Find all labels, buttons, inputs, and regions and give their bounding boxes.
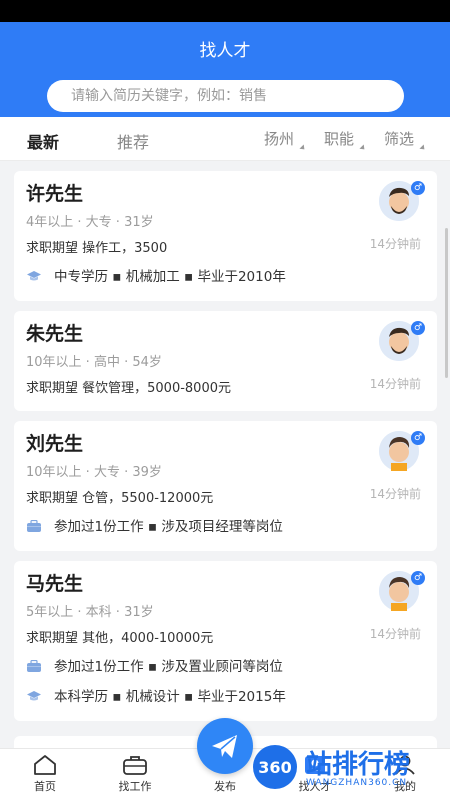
triangle-icon [359,144,367,152]
male-icon: ♂ [411,571,425,585]
job-expectation: 求职期望 其他，4000-10000元 [26,631,214,646]
header: 找人才 请输入简历关键字，例如：销售 [0,22,450,117]
tab-home-label: 首页 [34,780,56,793]
male-icon: ♂ [411,181,425,195]
filter-city-label: 扬州 [264,130,295,148]
briefcase-icon [123,756,147,775]
job-expectation: 求职期望 操作工，3500 [26,241,168,256]
search-input[interactable]: 请输入简历关键字，例如：销售 [47,80,404,112]
job-expectation: 求职期望 餐饮管理，5000-8000元 [26,381,231,396]
candidate-detail-text: 参加过1份工作 ▪ 涉及置业顾问等岗位 [54,659,283,675]
watermark: 360 站排行榜 WANGZHAN360.CN [250,742,450,792]
education-cap-icon [27,271,41,281]
scrollbar[interactable] [445,228,448,378]
candidate-detail: 参加过1份工作 ▪ 涉及置业顾问等岗位 [26,655,283,675]
page-title: 找人才 [199,41,251,61]
candidate-detail: 本科学历 ▪ 机械设计 ▪ 毕业于2015年 [26,685,286,705]
post-time: 14分钟前 [369,487,421,501]
job-expectation: 求职期望 仓管，5500-12000元 [26,491,214,506]
candidate-detail-text: 中专学历 ▪ 机械加工 ▪ 毕业于2010年 [54,269,286,285]
watermark-badge: 360 [258,758,291,777]
tab-find-job-label: 找工作 [118,780,152,793]
tab-recommended[interactable]: 推荐 [117,129,149,153]
resume-list: 许先生 4年以上 · 大专 · 31岁 求职期望 操作工，3500 中专学历 ▪… [0,161,450,748]
filter-city[interactable]: 扬州 [264,128,307,152]
watermark-logo: 360 [253,745,297,789]
briefcase-icon [27,520,41,532]
watermark-text: 站排行榜 [306,750,411,780]
triangle-icon [419,144,427,152]
post-time: 14分钟前 [369,627,421,641]
filter-function[interactable]: 职能 [324,128,367,152]
male-icon: ♂ [411,431,425,445]
avatar: ♂ [379,431,425,471]
resume-card[interactable]: 朱先生 10年以上 · 高中 · 54岁 求职期望 餐饮管理，5000-8000… [14,311,437,411]
avatar: ♂ [379,321,425,361]
publish-button[interactable] [197,718,253,774]
filter-more[interactable]: 筛选 [384,128,427,152]
resume-card[interactable]: 刘先生 10年以上 · 大专 · 39岁 求职期望 仓管，5500-12000元… [14,421,437,551]
briefcase-icon [27,660,41,672]
candidate-name: 刘先生 [26,433,84,455]
paper-plane-icon [212,735,237,758]
candidate-meta: 10年以上 · 高中 · 54岁 [26,355,162,370]
avatar: ♂ [379,181,425,221]
candidate-meta: 4年以上 · 大专 · 31岁 [26,215,154,230]
candidate-meta: 10年以上 · 大专 · 39岁 [26,465,162,480]
tab-home[interactable]: 首页 [15,754,75,794]
candidate-detail-text: 本科学历 ▪ 机械设计 ▪ 毕业于2015年 [54,689,286,705]
watermark-sub: WANGZHAN360.CN [306,778,408,788]
tab-bar-top: 最新 推荐 扬州 职能 筛选 [0,117,450,161]
candidate-detail: 中专学历 ▪ 机械加工 ▪ 毕业于2010年 [26,265,286,285]
resume-card[interactable]: 马先生 5年以上 · 本科 · 31岁 求职期望 其他，4000-10000元 … [14,561,437,721]
candidate-name: 朱先生 [26,323,84,345]
male-icon: ♂ [411,321,425,335]
candidate-detail: 参加过1份工作 ▪ 涉及项目经理等岗位 [26,515,283,535]
triangle-icon [299,144,307,152]
status-bar [0,0,450,22]
tab-latest[interactable]: 最新 [27,129,59,153]
candidate-detail-text: 参加过1份工作 ▪ 涉及项目经理等岗位 [54,519,283,535]
post-time: 14分钟前 [369,237,421,251]
filter-function-label: 职能 [324,130,355,148]
tab-publish-label: 发布 [214,780,236,793]
candidate-name: 马先生 [26,573,84,595]
candidate-meta: 5年以上 · 本科 · 31岁 [26,605,154,620]
post-time: 14分钟前 [369,377,421,391]
filter-more-label: 筛选 [384,130,415,148]
candidate-name: 许先生 [26,183,84,205]
tab-publish[interactable]: 发布 [195,778,255,794]
education-cap-icon [27,691,41,701]
resume-card[interactable]: 许先生 4年以上 · 大专 · 31岁 求职期望 操作工，3500 中专学历 ▪… [14,171,437,301]
avatar: ♂ [379,571,425,611]
tab-find-job[interactable]: 找工作 [105,754,165,794]
home-icon [34,755,56,775]
